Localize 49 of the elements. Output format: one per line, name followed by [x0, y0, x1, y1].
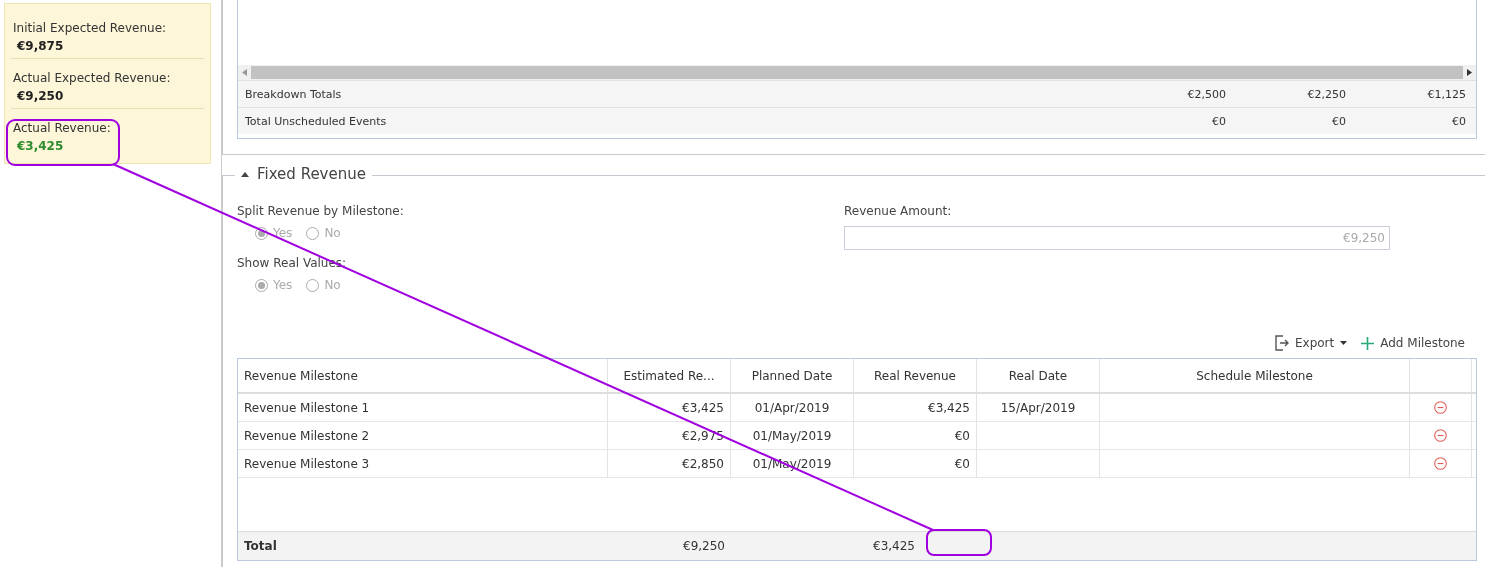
table-cell-text: €2,500	[1186, 87, 1227, 101]
column-header[interactable]: Real Date	[977, 359, 1100, 392]
row-label: Total Unscheduled Events	[244, 114, 388, 128]
summary-label: Actual Revenue:	[13, 121, 112, 135]
table-cell: 15/Apr/2019	[977, 394, 1100, 421]
summary-label: Initial Expected Revenue:	[13, 21, 168, 35]
table-cell: €2,850	[608, 450, 731, 477]
table-cell: €3,425	[854, 394, 977, 421]
scroll-right-icon[interactable]	[1467, 69, 1472, 76]
table-cell-text: €0	[1211, 114, 1227, 128]
table-cell: 01/Apr/2019	[731, 394, 854, 421]
summary-label: Actual Expected Revenue:	[13, 71, 172, 85]
table-cell: Revenue Milestone 2	[238, 422, 608, 449]
remove-icon[interactable]	[1434, 429, 1447, 442]
summary-value: €3,425	[16, 139, 65, 153]
table-cell: 01/May/2019	[731, 422, 854, 449]
column-header[interactable]: Estimated Re...	[608, 359, 731, 392]
caret-icon	[241, 171, 249, 177]
table-cell: €0	[854, 450, 977, 477]
scroll-left-icon[interactable]	[242, 69, 247, 76]
field-label: Split Revenue by Milestone:	[237, 204, 405, 218]
column-header[interactable]: Schedule Milestone	[1100, 359, 1410, 392]
caret-icon	[1340, 341, 1348, 345]
export-icon	[1274, 335, 1289, 351]
highlight-outline	[926, 529, 992, 556]
row-label: Breakdown Totals	[244, 87, 343, 101]
remove-icon[interactable]	[1434, 401, 1447, 414]
table-cell-text: €0	[1331, 114, 1347, 128]
table-cell: €3,425	[608, 394, 731, 421]
summary-value: €9,250	[16, 89, 65, 103]
column-header[interactable]: Real Revenue	[854, 359, 977, 392]
column-header[interactable]: Revenue Milestone	[238, 359, 608, 392]
table-cell: €0	[854, 422, 977, 449]
horizontal-scrollbar[interactable]	[238, 65, 1476, 80]
table-cell-text: €1,125	[1426, 87, 1467, 101]
total-value: €3,425	[873, 539, 915, 553]
table-cell: Revenue Milestone 1	[238, 394, 608, 421]
add-milestone-button[interactable]: Add Milestone	[1361, 336, 1465, 350]
summary-value: €9,875	[16, 39, 65, 53]
table-cell-text: €0	[1451, 114, 1467, 128]
table-cell: Revenue Milestone 3	[238, 450, 608, 477]
table-cell-text: €2,250	[1306, 87, 1347, 101]
total-label: Total	[243, 539, 278, 553]
column-header[interactable]: Planned Date	[731, 359, 854, 392]
remove-icon[interactable]	[1434, 457, 1447, 470]
plus-icon	[1361, 336, 1375, 350]
field-label: Revenue Amount:	[844, 204, 953, 218]
total-value: €9,250	[683, 539, 725, 553]
export-button[interactable]: Export	[1274, 335, 1348, 351]
